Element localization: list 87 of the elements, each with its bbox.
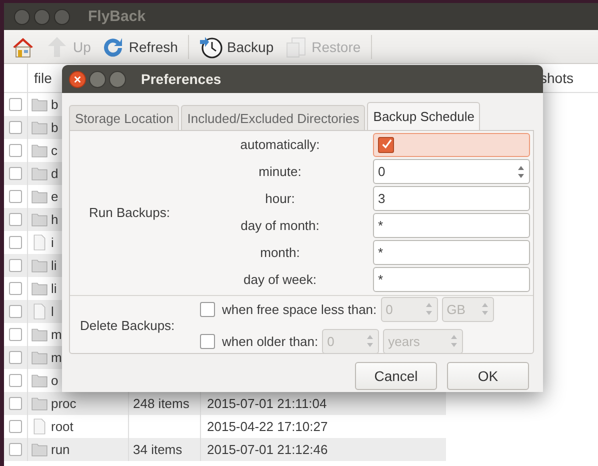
folder-icon — [31, 395, 48, 412]
row-checkbox[interactable] — [9, 351, 22, 364]
input-field[interactable]: 3 — [373, 186, 530, 211]
tab[interactable]: Backup Schedule — [367, 102, 480, 130]
row-checkbox[interactable] — [9, 190, 22, 203]
section-label: Delete Backups: — [79, 318, 176, 332]
row-checkbox[interactable] — [9, 213, 22, 226]
row-checkbox[interactable] — [9, 167, 22, 180]
row-checkbox[interactable] — [9, 144, 22, 157]
checkbox-label: when free space less than: — [222, 302, 377, 316]
file-name: li — [51, 258, 57, 273]
close-icon — [73, 74, 82, 84]
row-checkbox[interactable] — [9, 305, 22, 318]
file-name: proc — [51, 396, 76, 411]
cancel-button[interactable]: Cancel — [355, 362, 437, 390]
folder-icon — [31, 441, 48, 458]
close-button[interactable] — [69, 70, 86, 88]
spin-field[interactable]: 0 — [373, 159, 530, 184]
ok-button[interactable]: OK — [447, 362, 529, 390]
file-name: e — [51, 189, 58, 204]
item-count: 248 items — [133, 396, 190, 411]
tab[interactable]: Storage Location — [69, 105, 180, 130]
field-label: automatically: — [239, 137, 321, 152]
file-name: h — [51, 212, 58, 227]
dialog-title: Preferences — [141, 71, 222, 87]
row-checkbox[interactable] — [9, 397, 22, 410]
file-icon — [31, 418, 48, 435]
refresh-button[interactable]: Refresh — [96, 32, 182, 60]
file-name: o — [51, 373, 58, 388]
modified-date: 2015-04-22 17:10:27 — [207, 419, 328, 434]
file-name: l — [51, 304, 54, 319]
row-checkbox[interactable] — [9, 259, 22, 272]
row-checkbox[interactable] — [9, 236, 22, 249]
backup-button[interactable]: Backup — [194, 32, 278, 60]
folder-icon — [31, 257, 48, 274]
file-name: m — [51, 350, 62, 365]
clock-icon — [198, 34, 223, 58]
checkbox[interactable] — [378, 136, 394, 152]
check-icon — [380, 139, 392, 150]
file-name: run — [51, 442, 70, 457]
field-label: minute: — [258, 164, 302, 179]
file-name: li — [51, 281, 57, 296]
minimize-button[interactable] — [34, 8, 50, 24]
file-name: c — [51, 143, 58, 158]
file-name: m — [51, 327, 62, 342]
input-field[interactable]: * — [373, 240, 530, 265]
maximize-button[interactable] — [54, 8, 70, 24]
modified-date: 2015-07-01 21:11:04 — [207, 396, 327, 411]
input-field[interactable]: * — [373, 267, 530, 292]
folder-icon — [31, 211, 48, 228]
folder-icon — [31, 119, 48, 136]
window-title: FlyBack — [88, 8, 146, 25]
file-name: b — [51, 120, 58, 135]
modified-date: 2015-07-01 21:12:46 — [207, 442, 328, 457]
folder-icon — [31, 165, 48, 182]
folder-icon — [31, 372, 48, 389]
document-icon — [284, 34, 308, 58]
row-checkbox[interactable] — [9, 282, 22, 295]
field-label: day of month: — [240, 218, 320, 233]
field-label: month: — [259, 245, 301, 260]
folder-icon — [31, 96, 48, 113]
file-name: b — [51, 97, 58, 112]
file-icon — [31, 234, 48, 251]
checkbox-label: when older than: — [222, 334, 318, 348]
row-checkbox[interactable] — [9, 420, 22, 433]
folder-icon — [31, 326, 48, 343]
field-label: hour: — [264, 191, 296, 206]
row-checkbox[interactable] — [9, 328, 22, 341]
folder-icon — [31, 142, 48, 159]
file-name: i — [51, 235, 54, 250]
file-name: d — [51, 166, 58, 181]
row-checkbox[interactable] — [9, 121, 22, 134]
input-field[interactable]: * — [373, 213, 530, 238]
file-icon — [31, 303, 48, 320]
folder-icon — [31, 280, 48, 297]
tab[interactable]: Included/Excluded Directories — [181, 105, 366, 130]
row-checkbox[interactable] — [9, 443, 22, 456]
checkbox-row[interactable] — [373, 132, 530, 156]
folder-icon — [31, 349, 48, 366]
section-label: Run Backups: — [88, 204, 171, 220]
folder-icon — [31, 188, 48, 205]
file-name: root — [51, 419, 74, 434]
row-checkbox[interactable] — [9, 374, 22, 387]
row-checkbox[interactable] — [9, 98, 22, 111]
maximize-button[interactable] — [109, 70, 126, 88]
item-count: 34 items — [133, 442, 182, 457]
field-label: day of week: — [242, 272, 318, 287]
